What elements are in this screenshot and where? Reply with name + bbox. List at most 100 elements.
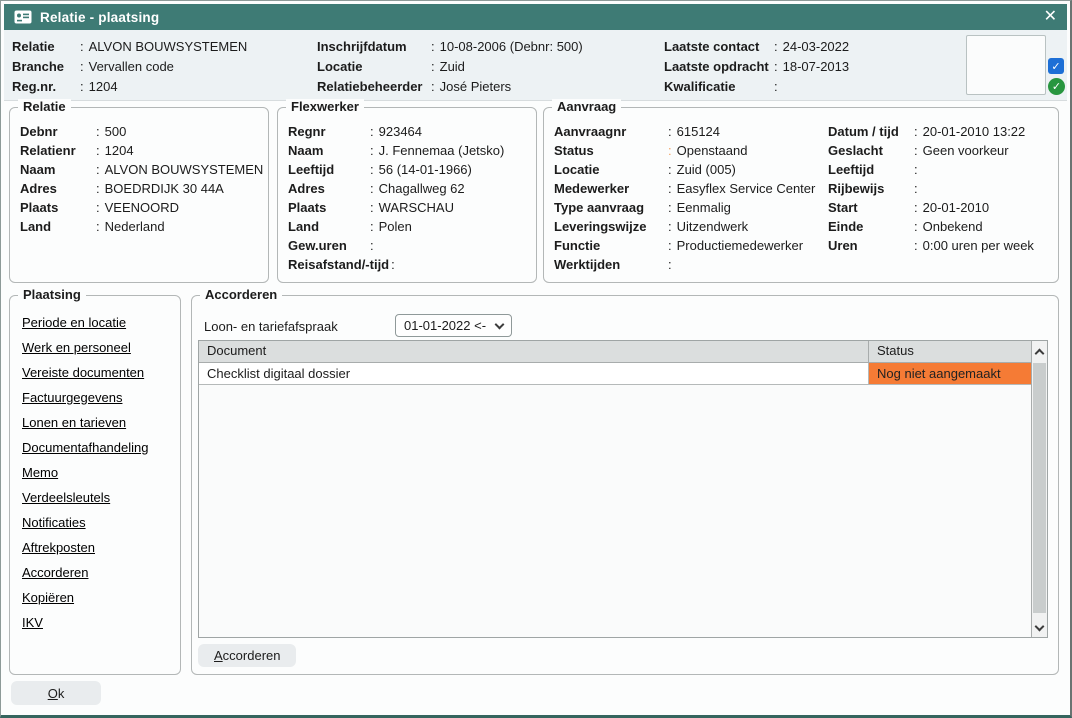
field-label: Werktijden [554, 255, 666, 274]
nav-link-documentafhandeling[interactable]: Documentafhandeling [22, 441, 180, 455]
nav-link-vereiste-documenten[interactable]: Vereiste documenten [22, 366, 180, 380]
field-value: 24-03-2022 [783, 37, 850, 57]
field-label: Type aanvraag [554, 198, 666, 217]
field-value: Polen [379, 217, 412, 236]
status-cell: Nog niet aangemaakt [869, 363, 1031, 384]
field-value: 18-07-2013 [783, 57, 850, 77]
field-label: Naam [288, 141, 368, 160]
plaatsing-panel: Plaatsing Periode en locatie Werk en per… [9, 295, 181, 675]
nav-link-werk-en-personeel[interactable]: Werk en personeel [22, 341, 180, 355]
colon [668, 217, 672, 236]
scrollbar-thumb[interactable] [1033, 363, 1046, 613]
table-row[interactable]: Checklist digitaal dossier Nog niet aang… [199, 363, 1047, 385]
field-value: Easyflex Service Center [677, 179, 816, 198]
detail-row: AdresBOEDRDIJK 30 44A [20, 179, 258, 198]
status-ok-icon[interactable]: ✓ [1048, 78, 1065, 95]
column-header-document[interactable]: Document [199, 341, 869, 362]
colon [370, 160, 374, 179]
header-field: Reg.nr.1204 [12, 77, 247, 97]
nav-link-ikv[interactable]: IKV [22, 616, 180, 630]
header-column-1: RelatieALVON BOUWSYSTEMEN BrancheVervall… [12, 37, 247, 97]
header-field: LocatieZuid [317, 57, 583, 77]
detail-row: GeslachtGeen voorkeur [828, 141, 1034, 160]
nav-link-lonen-en-tarieven[interactable]: Lonen en tarieven [22, 416, 180, 430]
field-value: 615124 [677, 122, 720, 141]
detail-row: Aanvraagnr615124 [554, 122, 815, 141]
detail-row: LocatieZuid (005) [554, 160, 815, 179]
field-value: VEENOORD [105, 198, 179, 217]
detail-row: Leeftijd [828, 160, 1034, 179]
table-header-row: Document Status [199, 341, 1047, 363]
nav-link-notificaties[interactable]: Notificaties [22, 516, 180, 530]
field-value: WARSCHAU [379, 198, 454, 217]
field-value: Chagallweg 62 [379, 179, 465, 198]
confirmed-checkbox[interactable]: ✓ [1048, 58, 1064, 74]
field-value: ALVON BOUWSYSTEMEN [89, 37, 248, 57]
field-label: Debnr [20, 122, 94, 141]
ok-button[interactable]: Ok [11, 681, 101, 705]
colon [431, 57, 435, 77]
document-cell: Checklist digitaal dossier [199, 363, 869, 384]
accorderen-button[interactable]: Accorderen [198, 644, 296, 667]
column-header-status[interactable]: Status [869, 341, 1031, 362]
field-label: Start [828, 198, 912, 217]
colon [370, 141, 374, 160]
field-label: Plaats [20, 198, 94, 217]
colon [914, 122, 918, 141]
nav-link-accorderen[interactable]: Accorderen [22, 566, 180, 580]
field-value: Zuid [440, 57, 465, 77]
detail-row: Reisafstand/-tijd [288, 255, 526, 274]
field-label: Gew.uren [288, 236, 368, 255]
colon [96, 141, 100, 160]
close-icon[interactable]: ✕ [1044, 9, 1057, 25]
field-value: 20-01-2010 [923, 198, 990, 217]
colon [431, 77, 435, 97]
field-value: 20-01-2010 13:22 [923, 122, 1026, 141]
title-bar[interactable]: Relatie - plaatsing ✕ [4, 4, 1067, 30]
field-label: Laatste opdracht [664, 57, 772, 77]
colon [370, 217, 374, 236]
selected-option: 01-01-2022 <- [404, 318, 496, 333]
panel-legend: Accorderen [200, 287, 282, 302]
vertical-scrollbar[interactable] [1031, 341, 1047, 637]
scroll-up-icon[interactable] [1035, 349, 1045, 359]
field-label: Reisafstand/-tijd [288, 255, 389, 274]
panel-legend: Aanvraag [552, 99, 621, 114]
detail-row: AdresChagallweg 62 [288, 179, 526, 198]
detail-row: Debnr500 [20, 122, 258, 141]
scroll-down-icon[interactable] [1035, 622, 1045, 632]
contact-card-icon [14, 10, 32, 24]
header-field: Laatste contact 24-03-2022 [664, 37, 849, 57]
field-value: 0:00 uren per week [923, 236, 1034, 255]
loon-tariefafspraak-select[interactable]: 01-01-2022 <- [395, 314, 512, 337]
detail-row: PlaatsWARSCHAU [288, 198, 526, 217]
field-label: Status [554, 141, 666, 160]
nav-link-factuurgegevens[interactable]: Factuurgegevens [22, 391, 180, 405]
relatie-plaatsing-window: Relatie - plaatsing ✕ RelatieALVON BOUWS… [0, 0, 1072, 718]
button-accel: O [48, 686, 58, 701]
nav-link-periode-en-locatie[interactable]: Periode en locatie [22, 316, 180, 330]
nav-link-aftrekposten[interactable]: Aftrekposten [22, 541, 180, 555]
flexwerker-panel: Flexwerker Regnr923464 NaamJ. Fennemaa (… [277, 107, 537, 283]
nav-link-memo[interactable]: Memo [22, 466, 180, 480]
field-value: Geen voorkeur [923, 141, 1009, 160]
field-label: Leveringswijze [554, 217, 666, 236]
colon [370, 198, 374, 217]
colon [370, 179, 374, 198]
window-title: Relatie - plaatsing [40, 10, 159, 25]
field-value: 10-08-2006 (Debnr: 500) [440, 37, 583, 57]
accorderen-panel: Accorderen Loon- en tariefafspraak 01-01… [191, 295, 1059, 675]
colon [914, 217, 918, 236]
nav-link-kopieren[interactable]: Kopiëren [22, 591, 180, 605]
nav-link-verdeelsleutels[interactable]: Verdeelsleutels [22, 491, 180, 505]
field-label: Regnr [288, 122, 368, 141]
colon [370, 122, 374, 141]
field-value: J. Fennemaa (Jetsko) [379, 141, 505, 160]
field-label: Datum / tijd [828, 122, 912, 141]
colon [668, 236, 672, 255]
field-label: Laatste contact [664, 37, 772, 57]
detail-row: Type aanvraagEenmalig [554, 198, 815, 217]
colon [80, 57, 84, 77]
detail-row: Uren0:00 uren per week [828, 236, 1034, 255]
colon [96, 198, 100, 217]
